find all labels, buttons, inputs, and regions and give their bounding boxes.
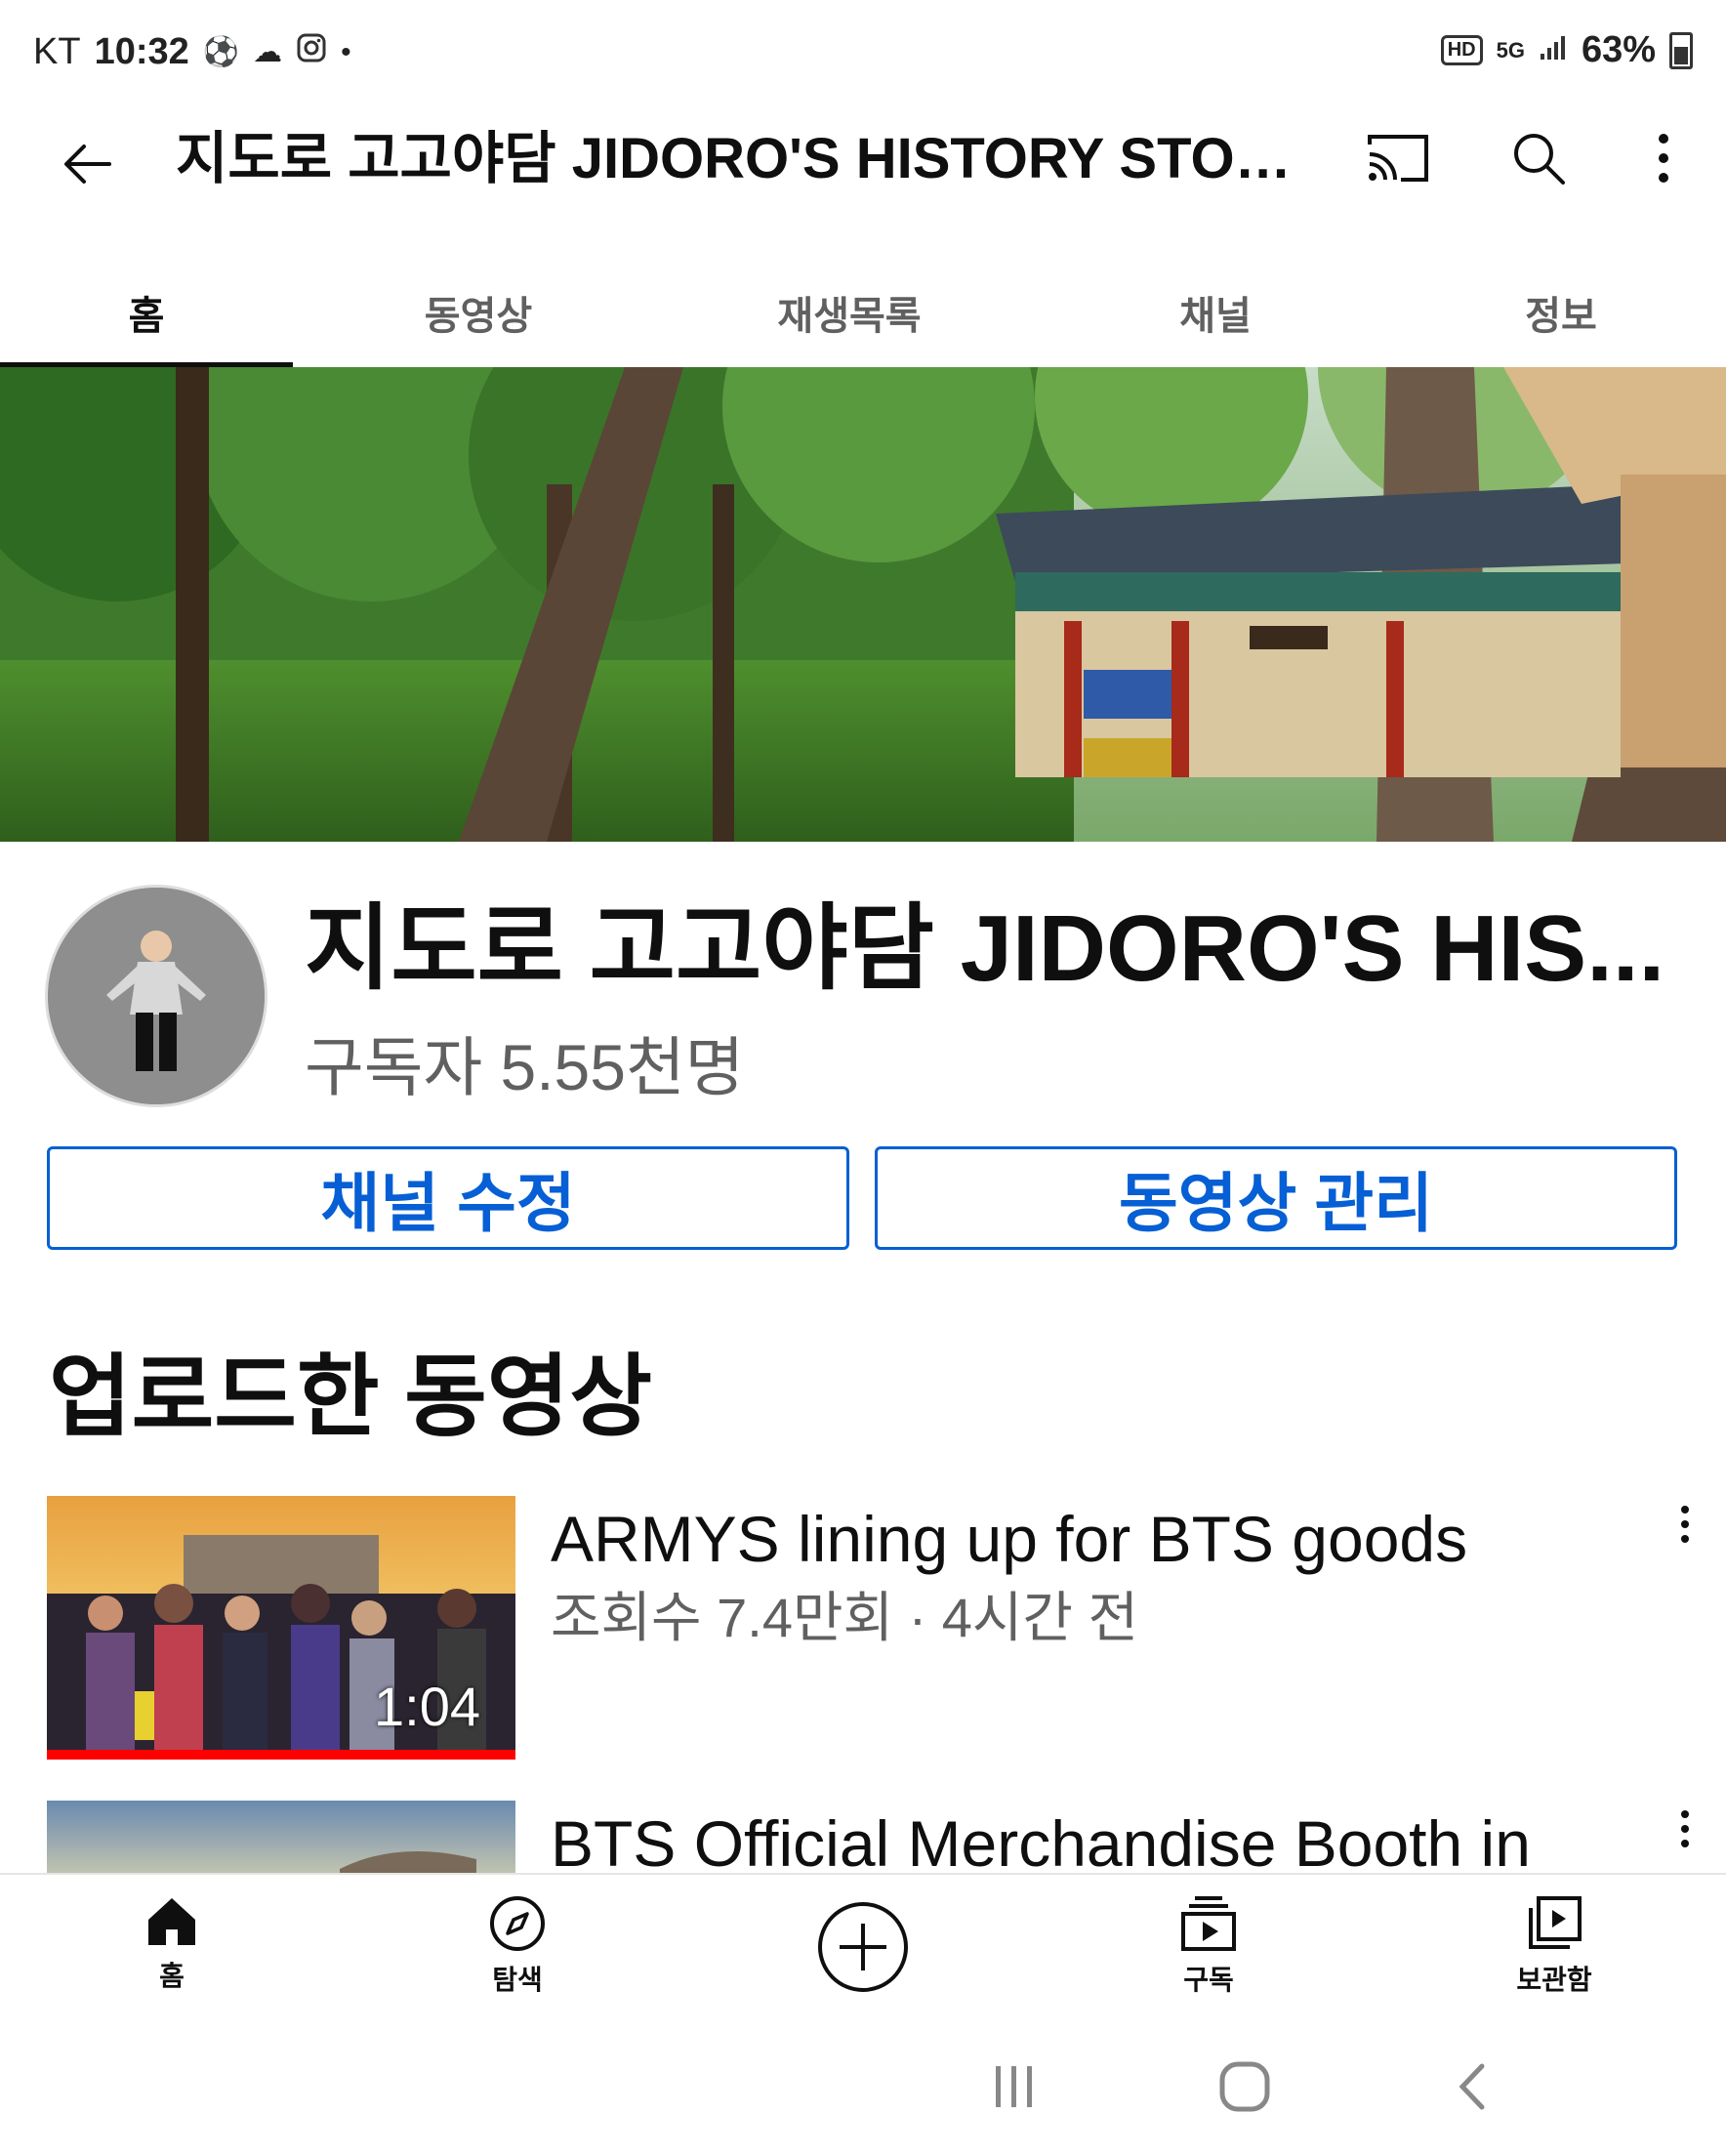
- subscriptions-icon: [1181, 1896, 1236, 1951]
- thumbnail-image: [47, 1801, 515, 1873]
- more-vert-icon: [1659, 134, 1668, 183]
- create-icon: [818, 1902, 908, 1992]
- home-circle-icon: [1219, 2061, 1270, 2112]
- cast-button[interactable]: [1359, 119, 1437, 197]
- carrier-label: KT: [33, 31, 81, 72]
- video-menu-button[interactable]: [1665, 1801, 1705, 1873]
- soccer-icon: ⚽: [202, 36, 240, 68]
- back-arrow-icon: [64, 145, 111, 184]
- more-options-button[interactable]: [1624, 119, 1703, 197]
- video-title[interactable]: BTS Official Merchandise Booth in: [551, 1804, 1634, 1873]
- channel-name: 지도로 고고야담 JIDORO'S HIS...: [305, 896, 1665, 1001]
- back-system-button[interactable]: [1453, 2062, 1492, 2116]
- nav-explore[interactable]: 탐색: [420, 1894, 615, 1998]
- cast-icon: [1368, 135, 1428, 182]
- system-navigation-bar: [0, 2029, 1726, 2156]
- signal-icon: [1539, 29, 1568, 71]
- channel-banner-image: [0, 367, 1726, 842]
- hd-voice-icon: HD: [1440, 35, 1483, 65]
- clock: 10:32: [94, 31, 189, 72]
- home-icon: [148, 1898, 195, 1945]
- avatar-image: [48, 888, 265, 1104]
- network-type-label: 5G: [1496, 37, 1525, 62]
- tab-playlists[interactable]: 재생목록: [664, 256, 1035, 368]
- status-bar: KT 10:32 ⚽ ☁ • HD 5G 63%: [0, 0, 1726, 107]
- instagram-icon: [296, 31, 327, 73]
- nav-library-label: 보관함: [1516, 1965, 1592, 1995]
- app-bar-title: 지도로 고고야담 JIDORO'S HISTORY STORA...: [176, 127, 1318, 190]
- search-icon: [1514, 134, 1565, 185]
- recent-apps-button[interactable]: [990, 2062, 1039, 2116]
- library-icon: [1529, 1896, 1582, 1949]
- video-thumbnail[interactable]: [47, 1801, 515, 1873]
- battery-icon: [1669, 31, 1693, 69]
- edit-channel-button[interactable]: 채널 수정: [47, 1146, 849, 1250]
- status-right: HD 5G 63%: [1440, 29, 1693, 71]
- nav-subscriptions-label: 구독: [1183, 1965, 1234, 1995]
- back-button[interactable]: [49, 125, 127, 203]
- channel-tabs: 홈 동영상 재생목록 채널 정보: [0, 256, 1726, 368]
- notification-dot-icon: •: [341, 35, 351, 68]
- video-item[interactable]: 1:04 ARMYS lining up for BTS goods 조회수 7…: [0, 1496, 1726, 1760]
- nav-library[interactable]: 보관함: [1457, 1894, 1652, 1998]
- uploads-section-title: 업로드한 동영상: [49, 1348, 653, 1447]
- nav-home-label: 홈: [159, 1961, 185, 1991]
- nav-subscriptions[interactable]: 구독: [1111, 1894, 1306, 1998]
- status-left: KT 10:32 ⚽ ☁ •: [33, 31, 351, 73]
- nav-create[interactable]: [765, 1900, 961, 1994]
- nav-home[interactable]: 홈: [74, 1894, 269, 1994]
- battery-percent: 63%: [1581, 29, 1656, 70]
- video-menu-button[interactable]: [1665, 1496, 1705, 1584]
- recent-apps-icon: [996, 2066, 1032, 2107]
- explore-icon: [490, 1896, 545, 1951]
- cloud-icon: ☁: [253, 36, 283, 68]
- video-thumbnail[interactable]: 1:04: [47, 1496, 515, 1760]
- channel-avatar[interactable]: [45, 885, 267, 1107]
- subscriber-count: 구독자 5.55천명: [305, 1031, 745, 1103]
- chevron-left-icon: [1459, 2063, 1485, 2110]
- tab-channels[interactable]: 채널: [1035, 256, 1396, 368]
- home-system-button[interactable]: [1218, 2060, 1271, 2118]
- video-meta: 조회수 7.4만회 · 4시간 전: [551, 1587, 1139, 1648]
- search-button[interactable]: [1500, 119, 1578, 197]
- video-duration: 1:04: [374, 1676, 480, 1737]
- video-item[interactable]: BTS Official Merchandise Booth in: [0, 1801, 1726, 1873]
- tab-home[interactable]: 홈: [0, 256, 293, 368]
- nav-explore-label: 탐색: [492, 1965, 543, 1995]
- video-title[interactable]: ARMYS lining up for BTS goods: [551, 1500, 1634, 1578]
- tab-videos[interactable]: 동영상: [293, 256, 664, 368]
- manage-videos-button[interactable]: 동영상 관리: [875, 1146, 1677, 1250]
- tab-about[interactable]: 정보: [1396, 256, 1726, 368]
- watch-progress-bar: [47, 1750, 515, 1760]
